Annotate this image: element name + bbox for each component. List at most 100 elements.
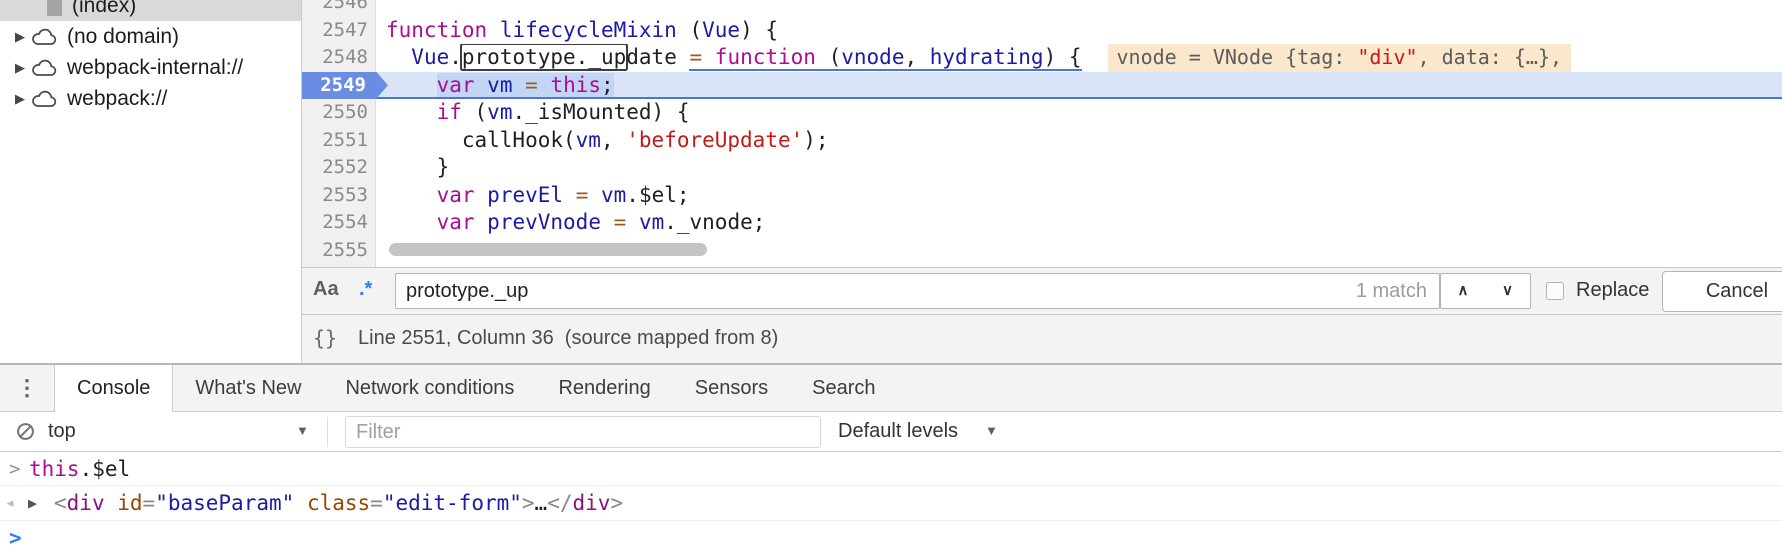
hint-token: "div" [1357,45,1417,69]
editor-search-bar: Aa .* 1 match ∧ ∨ Replace Cancel [302,267,1782,315]
horizontal-scrollbar[interactable] [389,243,707,256]
console-token [294,491,307,515]
code-token [538,73,551,97]
expand-arrow-icon[interactable]: ▶ [15,91,31,107]
code-line-text[interactable]: Vue.prototype._update = function (vnode,… [376,44,1782,72]
code-token [386,183,437,207]
tree-item[interactable]: (index) [0,0,301,21]
source-tree: (index)▶(no domain)▶webpack-internal://▶… [0,0,301,114]
code-token: vm [576,128,601,152]
console-input-echo-row: > this.$el [0,452,1782,486]
log-level-dropdown-icon[interactable]: ▼ [985,423,998,438]
code-line-text[interactable]: var prevVnode = vm._vnode; [376,209,1782,237]
tab-console[interactable]: Console [54,365,173,412]
console-token: </ [547,491,572,515]
code-token [601,210,614,234]
code-token: vm [487,100,512,124]
editor-status-bar: {} Line 2551, Column 36 (source mapped f… [302,315,1782,363]
code-token: lifecycleMixin [500,18,677,42]
tab-search[interactable]: Search [790,365,897,411]
code-token: Vue [411,45,449,69]
return-value-icon: ◂ [0,493,28,513]
expand-arrow-icon[interactable]: ▶ [15,29,31,45]
code-line-text[interactable]: if (vm._isMounted) { [376,99,1782,127]
tree-item-label: (index) [72,0,136,18]
code-line: 2553 var prevEl = vm.$el; [302,182,1782,210]
line-number[interactable]: 2553 [302,182,376,210]
search-input[interactable] [395,273,1440,309]
console-filter-input[interactable] [345,416,821,448]
line-number[interactable]: 2551 [302,127,376,155]
code-line-text[interactable]: function lifecycleMixin (Vue) { [376,17,1782,45]
tree-item-label: (no domain) [67,25,179,49]
line-number[interactable]: 2555 [302,237,376,265]
line-number[interactable]: 2549 [302,72,376,100]
console-token: … [535,491,548,515]
code-token [475,210,488,234]
code-token: prevEl [487,183,563,207]
line-number[interactable]: 2547 [302,17,376,45]
hint-token: , data: {…}, [1418,45,1563,69]
line-number-text: 2549 [320,74,368,96]
code-token: , [601,128,626,152]
code-line-text[interactable]: callHook(vm, 'beforeUpdate'); [376,127,1782,155]
line-number[interactable]: 2546 [302,0,376,17]
more-tools-menu-button[interactable]: ⋮ [0,365,54,411]
code-token: ( [462,100,487,124]
tab-what-s-new[interactable]: What's New [173,365,323,411]
code-line-text[interactable] [376,0,1782,17]
expand-arrow-icon[interactable]: ▶ [15,60,31,76]
code-token: vm [639,210,664,234]
tree-item[interactable]: ▶ (no domain) [0,21,301,52]
tab-sensors[interactable]: Sensors [673,365,790,411]
code-line: 2548 Vue.prototype._update = function (v… [302,44,1782,72]
code-line-text[interactable]: var prevEl = vm.$el; [376,182,1782,210]
code-token [386,73,437,97]
line-number[interactable]: 2554 [302,209,376,237]
code-token: 'beforeUpdate' [626,128,803,152]
tab-rendering[interactable]: Rendering [536,365,672,411]
console-echo-code: this.$el [29,457,130,481]
cancel-button[interactable]: Cancel [1662,271,1782,312]
line-number[interactable]: 2552 [302,154,376,182]
replace-checkbox[interactable] [1546,282,1564,300]
code-token [386,45,411,69]
pretty-print-icon[interactable]: {} [313,326,337,350]
drawer-tabbar: ⋮ ConsoleWhat's NewNetwork conditionsRen… [0,365,1782,412]
console-token: this [29,457,80,481]
line-number[interactable]: 2550 [302,99,376,127]
tree-item[interactable]: ▶webpack:// [0,83,301,114]
code-line: 2554 var prevVnode = vm._vnode; [302,209,1782,237]
code-token: function [386,18,487,42]
code-line-text[interactable]: } [376,154,1782,182]
code-token: hydrating [930,45,1044,69]
search-next-button[interactable]: ∨ [1485,273,1531,309]
code-token: vnode [841,45,904,69]
match-case-toggle[interactable]: Aa [313,278,339,301]
code-token: = [576,183,589,207]
file-icon [46,0,63,16]
code-token: if [437,100,462,124]
code-line-text[interactable]: var vm = this; [376,72,1782,100]
context-selector[interactable]: top [48,420,76,443]
code-area: 25462547function lifecycleMixin (Vue) {2… [302,0,1782,264]
toolbar-divider [327,417,328,447]
clear-console-icon[interactable] [16,422,35,441]
code-token: var [437,183,475,207]
console-token: "baseParam" [155,491,294,515]
code-token: this [550,73,601,97]
line-number[interactable]: 2548 [302,44,376,72]
console-prompt-row[interactable]: > [0,521,1782,554]
search-previous-button[interactable]: ∧ [1440,273,1486,309]
expand-triangle-icon[interactable]: ▶ [28,494,54,512]
code-token: vm [601,183,626,207]
code-token: = [525,73,538,97]
sources-sidebar: (index)▶(no domain)▶webpack-internal://▶… [0,0,302,363]
log-level-selector[interactable]: Default levels [838,420,958,443]
code-token: Vue [702,18,740,42]
tab-network-conditions[interactable]: Network conditions [323,365,536,411]
context-dropdown-icon[interactable]: ▼ [296,423,309,438]
tree-item[interactable]: ▶webpack-internal:// [0,52,301,83]
console-token: = [143,491,156,515]
regex-toggle[interactable]: .* [359,278,372,301]
